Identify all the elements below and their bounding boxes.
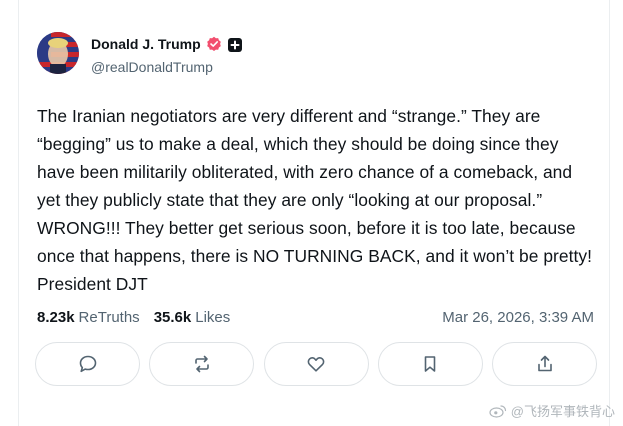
post-timestamp[interactable]: Mar 26, 2026, 3:39 AM [442,309,594,326]
avatar[interactable] [37,32,79,74]
reply-button[interactable] [35,342,140,386]
likes-label: Likes [195,308,231,326]
share-icon [537,355,552,372]
stats-row: 8.23k ReTruths 35.6k Likes Mar 26, 2026,… [37,306,594,328]
watermark-text: @飞扬军事铁背心 [510,404,615,419]
retruths-count: 8.23k [37,308,75,326]
retruths-label: ReTruths [78,308,140,326]
verified-badge-icon [206,36,222,52]
retruth-button[interactable] [149,342,255,386]
post-card: Donald J. Trump @realDonaldTrump The Ira… [18,0,610,426]
author-handle[interactable]: @realDonaldTrump [91,59,213,75]
repost-icon [194,355,209,373]
likes-stat[interactable]: 35.6k Likes [154,309,231,326]
post-text: The Iranian negotiators are very differe… [37,106,593,294]
bookmark-button[interactable] [377,342,483,386]
comment-icon [79,355,96,373]
retruths-stat[interactable]: 8.23k ReTruths [37,309,140,326]
author-name-row: Donald J. Trump [91,36,242,52]
bookmark-icon [424,356,436,372]
watermark: @飞扬军事铁背心 [489,401,615,420]
share-button[interactable] [492,342,597,386]
avatar-flag-portrait-icon [37,32,79,74]
author-display-name[interactable]: Donald J. Trump [91,36,201,52]
action-bar [35,342,597,386]
likes-count: 35.6k [153,308,192,326]
weibo-icon [489,404,507,418]
like-button[interactable] [263,342,369,386]
heart-icon [307,357,325,372]
plus-badge-icon [227,37,242,52]
